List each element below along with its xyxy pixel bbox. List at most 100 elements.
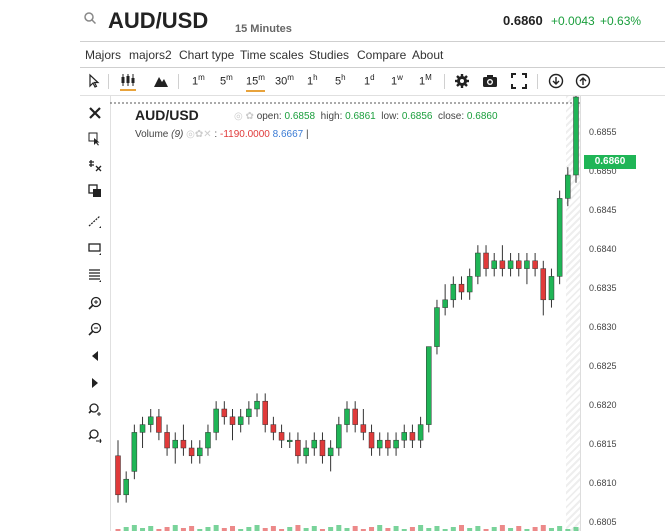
candlestick-chart-icon[interactable]	[120, 73, 136, 91]
price-chart[interactable]	[110, 96, 580, 531]
candle	[466, 268, 473, 300]
volume-bar	[369, 527, 375, 531]
interval-1d[interactable]: 1d	[364, 73, 375, 88]
symbol-title[interactable]: AUD/USD	[108, 8, 208, 34]
high-value: 0.6861	[345, 111, 376, 122]
candle	[205, 424, 211, 456]
zoom-reset-icon[interactable]	[88, 403, 102, 417]
volume-bar	[409, 527, 415, 531]
interval-1M[interactable]: 1M	[419, 73, 432, 88]
candle	[376, 432, 383, 456]
candle	[164, 424, 170, 456]
search-icon[interactable]	[84, 12, 96, 24]
download-icon[interactable]	[548, 73, 564, 89]
volume-bar	[557, 526, 563, 531]
volume-value-1: -1190.0000	[219, 129, 270, 140]
interval-1w[interactable]: 1w	[391, 73, 403, 88]
y-tick-label: 0.6840	[589, 244, 617, 254]
volume-label: Volume	[135, 129, 169, 140]
crosshair-icon[interactable]	[88, 158, 102, 172]
menu-about[interactable]: About	[412, 48, 443, 62]
fullscreen-icon[interactable]	[511, 73, 527, 89]
candle	[344, 401, 350, 433]
camera-icon[interactable]	[482, 73, 498, 89]
y-tick-label: 0.6810	[589, 478, 617, 488]
mountain-chart-icon[interactable]	[153, 73, 169, 89]
interval-5m[interactable]: 5m	[220, 73, 233, 88]
low-value: 0.6856	[401, 111, 433, 122]
candle	[450, 276, 457, 308]
volume-value-2: 8.6667	[272, 129, 304, 140]
candle	[475, 245, 481, 285]
cursor-icon[interactable]	[86, 73, 102, 89]
scroll-right-icon[interactable]	[88, 376, 102, 390]
candle	[532, 253, 538, 277]
candle	[254, 393, 260, 417]
zoom-out-icon[interactable]	[88, 322, 102, 336]
volume-bar	[328, 527, 334, 531]
volume-bar	[246, 527, 252, 531]
y-tick-label: 0.6855	[589, 127, 617, 137]
zoom-fit-icon[interactable]	[88, 429, 102, 443]
candle	[442, 284, 448, 316]
candle	[221, 401, 228, 425]
candle	[123, 471, 129, 503]
y-tick-label: 0.6820	[589, 400, 617, 410]
candle	[180, 424, 187, 456]
rectangle-icon[interactable]	[88, 241, 102, 255]
header: AUD/USD 15 Minutes 0.6860 +0.0043 +0.63%	[0, 0, 665, 40]
menu-time-scales[interactable]: Time scales	[240, 48, 304, 62]
volume-bar	[164, 527, 170, 531]
duplicate-icon[interactable]	[88, 184, 102, 198]
close-icon[interactable]	[88, 106, 102, 120]
zoom-in-icon[interactable]	[88, 296, 102, 310]
current-price-tag: 0.6860	[584, 155, 636, 169]
volume-bar	[475, 526, 481, 531]
candle	[156, 409, 162, 441]
scroll-left-icon[interactable]	[88, 349, 102, 363]
interval-1h[interactable]: 1h	[307, 73, 318, 88]
menu-studies[interactable]: Studies	[309, 48, 349, 62]
volume-bar	[377, 525, 383, 531]
candle	[270, 416, 277, 441]
candle	[565, 167, 571, 207]
fibonacci-icon[interactable]	[88, 268, 102, 282]
menu-bar: Majors majors2 Chart type Time scales St…	[80, 41, 665, 68]
y-tick-label: 0.6845	[589, 205, 617, 215]
candle	[556, 190, 563, 285]
settings-small-icon[interactable]: ✿	[246, 111, 254, 122]
cursor-delete-icon[interactable]	[88, 132, 102, 146]
candle	[229, 409, 236, 441]
interval-1m[interactable]: 1m	[192, 73, 205, 88]
interval-15m[interactable]: 15m	[246, 73, 265, 92]
candle	[213, 401, 219, 441]
volume-bar	[148, 526, 154, 531]
candle	[516, 253, 522, 277]
eye-icon[interactable]: ◎	[234, 111, 243, 122]
volume-bar	[393, 526, 399, 531]
interval-30m[interactable]: 30m	[275, 73, 294, 88]
last-price: 0.6860	[503, 13, 543, 28]
candle	[319, 432, 326, 464]
volume-eye-icon[interactable]: ◎✿✕	[186, 129, 211, 140]
volume-bar	[459, 525, 464, 531]
candle	[401, 424, 407, 448]
volume-bar	[573, 527, 579, 531]
volume-bar	[450, 527, 456, 531]
close-label: close:	[438, 111, 465, 122]
menu-chart-type[interactable]: Chart type	[179, 48, 234, 62]
volume-bar	[287, 527, 293, 531]
candle	[262, 393, 268, 433]
gear-icon[interactable]	[454, 73, 470, 89]
trendline-icon[interactable]	[88, 214, 102, 228]
interval-5h[interactable]: 5h	[335, 73, 346, 88]
candle	[139, 416, 146, 448]
volume-bar	[131, 525, 137, 531]
upload-icon[interactable]	[575, 73, 591, 89]
volume-bar	[254, 525, 260, 531]
menu-majors2[interactable]: majors2	[129, 48, 172, 62]
menu-compare[interactable]: Compare	[357, 48, 406, 62]
menu-majors[interactable]: Majors	[85, 48, 121, 62]
price-change: +0.0043	[551, 14, 595, 28]
volume-bar	[270, 526, 276, 531]
